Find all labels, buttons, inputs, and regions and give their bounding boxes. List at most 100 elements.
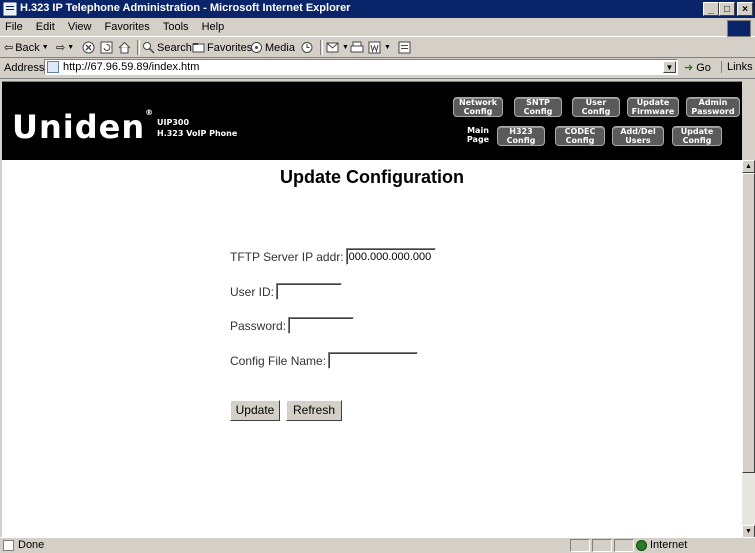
- page-title: Update Configuration: [280, 167, 464, 187]
- password-input[interactable]: [288, 317, 355, 334]
- model-description: H.323 VoIP Phone: [157, 129, 238, 138]
- nav-h323-config[interactable]: H323 Config: [497, 126, 545, 146]
- address-input[interactable]: http://67.96.59.89/index.htm ▼: [44, 59, 678, 75]
- uniden-logo: Uniden®: [12, 108, 155, 146]
- history-button[interactable]: [300, 40, 314, 55]
- stop-icon: [82, 41, 95, 54]
- go-arrow-icon: ➜: [684, 62, 694, 74]
- nav-admin-password[interactable]: Admin Password: [686, 97, 740, 117]
- go-button[interactable]: ➜ Go: [684, 61, 711, 75]
- media-icon: [251, 42, 262, 53]
- history-icon: [301, 42, 313, 53]
- chevron-down-icon: ▼: [41, 44, 49, 51]
- nav-update-firmware[interactable]: Update Firmware: [627, 97, 679, 117]
- nav-add-del-users[interactable]: Add/Del Users: [612, 126, 664, 146]
- chevron-down-icon: ▼: [384, 44, 391, 51]
- nav-codec-config[interactable]: CODEC Config: [555, 126, 605, 146]
- home-button[interactable]: [118, 40, 131, 55]
- forward-arrow-icon: ⇨: [56, 42, 66, 54]
- menu-bar: File Edit View Favorites Tools Help: [0, 18, 755, 37]
- vertical-scrollbar[interactable]: ▲ ▼: [742, 160, 755, 538]
- maximize-button[interactable]: □: [719, 2, 735, 16]
- menu-tools[interactable]: Tools: [158, 18, 194, 33]
- window-title: H.323 IP Telephone Administration - Micr…: [20, 2, 351, 14]
- config-file-label: Config File Name:: [230, 353, 327, 368]
- scroll-thumb[interactable]: [742, 173, 755, 473]
- window-title-bar: H.323 IP Telephone Administration - Micr…: [0, 0, 755, 18]
- user-id-label: User ID:: [230, 284, 275, 299]
- zone-label: Internet: [650, 539, 688, 551]
- windows-logo-icon: [727, 20, 751, 37]
- address-dropdown-button[interactable]: ▼: [663, 61, 676, 73]
- chevron-down-icon: ▼: [67, 44, 75, 51]
- page-done-icon: [3, 540, 14, 551]
- print-icon: [350, 41, 364, 53]
- status-bar: Done Internet: [0, 537, 755, 553]
- scroll-up-button[interactable]: ▲: [742, 160, 755, 173]
- scroll-track[interactable]: [742, 473, 755, 525]
- favorites-button[interactable]: Favorites: [192, 40, 252, 55]
- discuss-button[interactable]: [398, 40, 411, 55]
- mail-button[interactable]: ▼: [326, 40, 349, 55]
- menu-view[interactable]: View: [63, 18, 97, 33]
- menu-edit[interactable]: Edit: [31, 18, 60, 33]
- nav-user-config[interactable]: User Config: [572, 97, 620, 117]
- discuss-icon: [398, 41, 411, 54]
- nav-network-config[interactable]: Network Config: [453, 97, 503, 117]
- refresh-page-button[interactable]: [100, 40, 113, 55]
- model-info: UIP300 H.323 VoIP Phone: [157, 117, 237, 139]
- back-label: Back: [15, 41, 40, 54]
- search-label: Search: [157, 41, 192, 54]
- nav-update-config[interactable]: Update Config: [672, 126, 722, 146]
- media-button[interactable]: Media: [250, 40, 295, 55]
- nav-sntp-config[interactable]: SNTP Config: [514, 97, 562, 117]
- refresh-icon: [100, 41, 113, 54]
- status-text: Done: [18, 539, 45, 551]
- menu-favorites[interactable]: Favorites: [100, 18, 155, 33]
- menu-file[interactable]: File: [0, 18, 28, 33]
- status-panel: [614, 539, 634, 552]
- user-id-input[interactable]: [276, 283, 343, 300]
- media-label: Media: [265, 41, 295, 54]
- standard-toolbar: ⇦ Back ▼ ⇨ ▼ Search Favorites Media ▼ ▼: [0, 37, 755, 58]
- go-label: Go: [696, 61, 711, 74]
- mail-icon: [326, 42, 339, 53]
- address-label: Address: [4, 62, 45, 74]
- page-viewport: Uniden® UIP300 H.323 VoIP Phone Network C…: [2, 81, 742, 537]
- config-file-name-input[interactable]: [328, 352, 419, 369]
- edit-button[interactable]: ▼: [368, 40, 391, 55]
- tftp-row: TFTP Server IP addr:: [230, 248, 436, 265]
- print-button[interactable]: [350, 40, 364, 55]
- config-file-row: Config File Name:: [230, 352, 419, 369]
- password-row: Password:: [230, 317, 355, 334]
- close-button[interactable]: ×: [737, 2, 753, 16]
- links-button[interactable]: Links »: [721, 61, 755, 73]
- nav-main-page[interactable]: Main Page: [463, 126, 493, 144]
- tftp-label: TFTP Server IP addr:: [230, 249, 344, 264]
- internet-globe-icon: [636, 539, 647, 551]
- chevron-down-icon: ▼: [342, 44, 349, 51]
- password-label: Password:: [230, 318, 287, 333]
- favorites-label: Favorites: [207, 41, 253, 54]
- address-bar: Address http://67.96.59.89/index.htm ▼ ➜…: [0, 58, 755, 79]
- security-zone: Internet: [636, 539, 687, 551]
- home-icon: [118, 41, 131, 54]
- status-panel: [592, 539, 612, 552]
- status-panel: [570, 539, 590, 552]
- tftp-server-ip-input[interactable]: [345, 248, 436, 265]
- stop-button[interactable]: [82, 40, 95, 55]
- site-header: Uniden® UIP300 H.323 VoIP Phone Network C…: [2, 82, 742, 160]
- back-button[interactable]: ⇦ Back ▼: [4, 40, 49, 55]
- user-id-row: User ID:: [230, 283, 343, 300]
- search-button[interactable]: Search: [142, 40, 192, 55]
- minimize-button[interactable]: _: [703, 2, 719, 16]
- forward-button[interactable]: ⇨ ▼: [56, 40, 74, 55]
- search-icon: [143, 42, 155, 54]
- model-name: UIP300: [157, 118, 190, 127]
- update-button[interactable]: Update: [230, 400, 280, 421]
- ie-page-icon: [3, 2, 17, 16]
- menu-help[interactable]: Help: [197, 18, 230, 33]
- page-icon: [47, 61, 59, 73]
- back-arrow-icon: ⇦: [4, 42, 14, 54]
- refresh-button[interactable]: Refresh: [286, 400, 342, 421]
